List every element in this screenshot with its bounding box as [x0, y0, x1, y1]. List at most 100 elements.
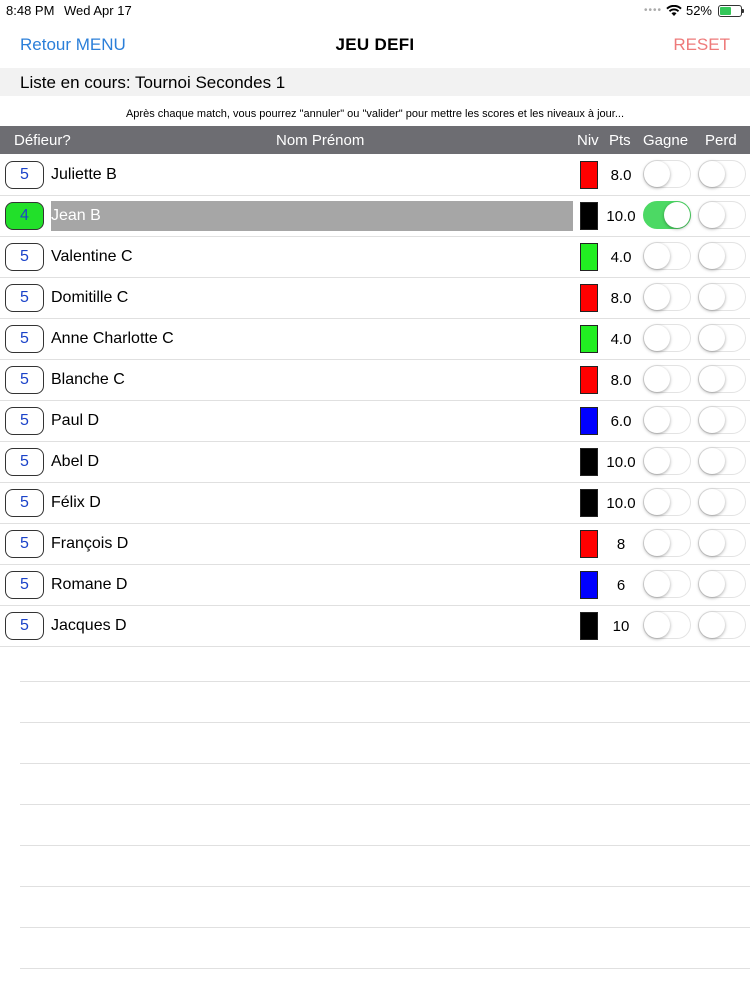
- player-row[interactable]: 4 Jean B 10.0: [0, 196, 750, 237]
- challenge-button[interactable]: 5: [5, 243, 44, 271]
- perd-toggle[interactable]: [698, 529, 746, 557]
- level-color-swatch: [580, 530, 598, 558]
- challenge-button[interactable]: 4: [5, 202, 44, 230]
- player-row[interactable]: 5 Juliette B 8.0: [0, 155, 750, 196]
- perd-toggle[interactable]: [698, 611, 746, 639]
- toggle-knob: [644, 243, 670, 269]
- gagne-toggle[interactable]: [643, 611, 691, 639]
- gagne-toggle[interactable]: [643, 201, 691, 229]
- instruction-text: Après chaque match, vous pourrez "annule…: [125, 108, 625, 120]
- toggle-knob: [644, 161, 670, 187]
- status-date: Wed Apr 17: [64, 3, 132, 18]
- gagne-toggle[interactable]: [643, 529, 691, 557]
- player-list: 5 Juliette B 8.0 4 Jean B 10.0 5 Valentine C 4.0…: [0, 155, 750, 647]
- level-color-swatch: [580, 448, 598, 476]
- challenge-button[interactable]: 5: [5, 530, 44, 558]
- challenge-button[interactable]: 5: [5, 489, 44, 517]
- perd-toggle[interactable]: [698, 283, 746, 311]
- perd-toggle[interactable]: [698, 447, 746, 475]
- toggle-knob: [644, 448, 670, 474]
- player-points: 8: [616, 536, 626, 553]
- perd-toggle[interactable]: [698, 201, 746, 229]
- gagne-toggle[interactable]: [643, 160, 691, 188]
- level-color-swatch: [580, 571, 598, 599]
- player-name[interactable]: Félix D: [51, 494, 101, 512]
- status-bar: 8:48 PM Wed Apr 17 •••• 52%: [0, 0, 750, 22]
- player-name[interactable]: François D: [51, 535, 128, 553]
- gagne-toggle[interactable]: [643, 447, 691, 475]
- player-row[interactable]: 5 Abel D 10.0: [0, 442, 750, 483]
- perd-toggle[interactable]: [698, 160, 746, 188]
- player-row[interactable]: 5 François D 8: [0, 524, 750, 565]
- player-points: 8.0: [610, 372, 632, 389]
- selected-name-highlight: [51, 201, 573, 231]
- toggle-knob: [644, 284, 670, 310]
- challenge-button[interactable]: 5: [5, 448, 44, 476]
- gagne-toggle[interactable]: [643, 406, 691, 434]
- player-row[interactable]: 5 Félix D 10.0: [0, 483, 750, 524]
- challenge-button[interactable]: 5: [5, 284, 44, 312]
- gagne-toggle[interactable]: [643, 570, 691, 598]
- gagne-toggle[interactable]: [643, 488, 691, 516]
- status-right: •••• 52%: [643, 3, 744, 18]
- challenge-button[interactable]: 5: [5, 325, 44, 353]
- gagne-toggle[interactable]: [643, 242, 691, 270]
- perd-toggle[interactable]: [698, 365, 746, 393]
- gagne-toggle[interactable]: [643, 324, 691, 352]
- level-color-swatch: [580, 325, 598, 353]
- gagne-toggle[interactable]: [643, 365, 691, 393]
- empty-row: [20, 805, 750, 846]
- battery-icon: [718, 4, 744, 17]
- toggle-knob: [699, 161, 725, 187]
- player-row[interactable]: 5 Blanche C 8.0: [0, 360, 750, 401]
- gagne-toggle[interactable]: [643, 283, 691, 311]
- column-header-gagne: Gagne: [643, 132, 689, 149]
- player-row[interactable]: 5 Domitille C 8.0: [0, 278, 750, 319]
- player-name[interactable]: Anne Charlotte C: [51, 330, 174, 348]
- table-header: Défieur? Nom Prénom Niv Pts Gagne Perd: [0, 126, 750, 154]
- perd-toggle[interactable]: [698, 242, 746, 270]
- toggle-knob: [699, 489, 725, 515]
- player-points: 10.0: [606, 454, 636, 471]
- toggle-knob: [699, 202, 725, 228]
- player-row[interactable]: 5 Valentine C 4.0: [0, 237, 750, 278]
- challenge-button[interactable]: 5: [5, 161, 44, 189]
- challenge-button[interactable]: 5: [5, 612, 44, 640]
- level-color-swatch: [580, 407, 598, 435]
- level-color-swatch: [580, 202, 598, 230]
- player-row[interactable]: 5 Romane D 6: [0, 565, 750, 606]
- level-color-swatch: [580, 612, 598, 640]
- perd-toggle[interactable]: [698, 406, 746, 434]
- player-name[interactable]: Jean B: [51, 207, 101, 225]
- toggle-knob: [699, 571, 725, 597]
- empty-row: [20, 928, 750, 969]
- player-name[interactable]: Paul D: [51, 412, 99, 430]
- player-name[interactable]: Jacques D: [51, 617, 127, 635]
- signal-icon: ••••: [643, 5, 662, 16]
- player-name[interactable]: Valentine C: [51, 248, 133, 266]
- player-name[interactable]: Romane D: [51, 576, 127, 594]
- column-header-pts: Pts: [609, 132, 631, 149]
- empty-row: [20, 887, 750, 928]
- empty-row: [20, 682, 750, 723]
- perd-toggle[interactable]: [698, 324, 746, 352]
- player-name[interactable]: Blanche C: [51, 371, 125, 389]
- challenge-button[interactable]: 5: [5, 571, 44, 599]
- level-color-swatch: [580, 489, 598, 517]
- player-row[interactable]: 5 Anne Charlotte C 4.0: [0, 319, 750, 360]
- status-time: 8:48 PM: [6, 3, 55, 18]
- reset-button[interactable]: RESET: [673, 35, 730, 55]
- empty-rows: [20, 641, 750, 969]
- player-name[interactable]: Juliette B: [51, 166, 117, 184]
- page-title: JEU DEFI: [335, 35, 415, 54]
- perd-toggle[interactable]: [698, 488, 746, 516]
- player-name[interactable]: Abel D: [51, 453, 99, 471]
- empty-row: [20, 723, 750, 764]
- challenge-button[interactable]: 5: [5, 366, 44, 394]
- challenge-button[interactable]: 5: [5, 407, 44, 435]
- player-points: 6: [616, 577, 626, 594]
- column-header-perd: Perd: [705, 132, 737, 149]
- player-row[interactable]: 5 Paul D 6.0: [0, 401, 750, 442]
- perd-toggle[interactable]: [698, 570, 746, 598]
- player-name[interactable]: Domitille C: [51, 289, 128, 307]
